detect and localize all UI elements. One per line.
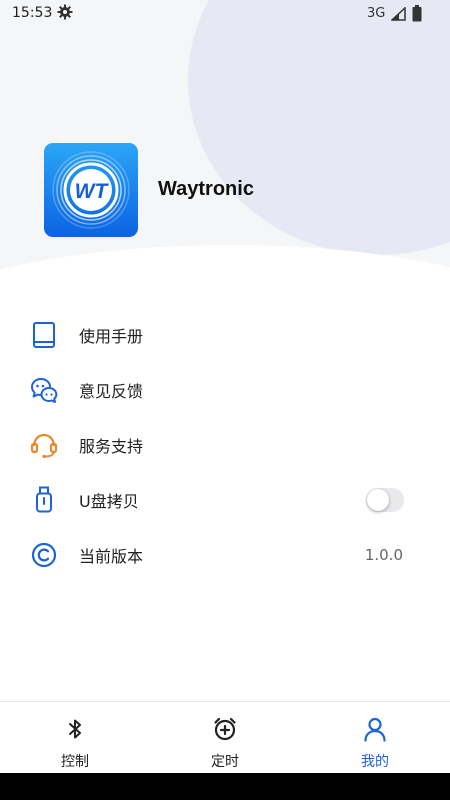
network-type: 3G (367, 6, 386, 21)
signal-icon (391, 7, 406, 21)
menu-item-label: 当前版本 (79, 546, 144, 566)
menu-item-usb-copy: U盘拷贝 (0, 472, 450, 527)
usb-drive-icon (30, 486, 58, 514)
chat-bubbles-icon (30, 376, 58, 404)
toggle-knob (367, 488, 389, 511)
status-time: 15:53 (12, 5, 53, 21)
person-icon (364, 717, 386, 742)
bluetooth-icon (69, 719, 81, 739)
status-bar: 15:53 3G (0, 0, 450, 28)
bottom-tab-bar: 控制 定时 我的 (0, 701, 450, 773)
menu-item-support[interactable]: 服务支持 (0, 417, 450, 472)
headset-icon (30, 431, 58, 459)
app-logo: WT (44, 143, 138, 237)
copyright-icon (30, 541, 58, 569)
menu-item-label: 意见反馈 (79, 381, 144, 401)
settings-menu: 使用手册 意见反馈 服务支持 U盘拷贝 当前版本 1.0.0 (0, 307, 450, 582)
battery-icon (412, 5, 422, 22)
app-name: Waytronic (158, 178, 254, 200)
menu-item-label: 使用手册 (79, 326, 144, 346)
book-icon (30, 321, 58, 349)
decorative-blob (188, 0, 450, 255)
tab-label: 我的 (361, 754, 389, 770)
tab-label: 控制 (61, 754, 89, 770)
tab-label: 定时 (211, 754, 239, 770)
tab-timer[interactable]: 定时 (150, 702, 300, 773)
menu-item-label: U盘拷贝 (79, 491, 139, 511)
alarm-clock-icon (214, 717, 236, 741)
gear-icon (57, 4, 73, 20)
svg-text:WT: WT (75, 180, 110, 203)
menu-item-label: 服务支持 (79, 436, 144, 456)
tab-control[interactable]: 控制 (0, 702, 150, 773)
system-navigation-bar (0, 773, 450, 800)
tab-mine[interactable]: 我的 (300, 702, 450, 773)
menu-item-version: 当前版本 1.0.0 (0, 527, 450, 582)
usb-copy-toggle[interactable] (366, 487, 404, 512)
version-value: 1.0.0 (364, 545, 403, 564)
menu-item-feedback[interactable]: 意见反馈 (0, 362, 450, 417)
menu-item-manual[interactable]: 使用手册 (0, 307, 450, 362)
waytronic-logo-icon: WT (52, 151, 130, 229)
